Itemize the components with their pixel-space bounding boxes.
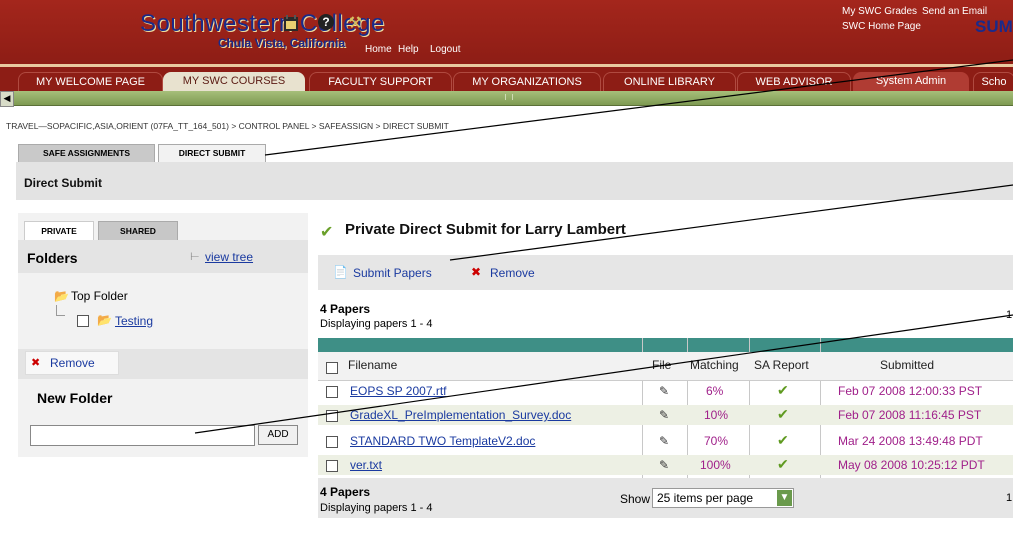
callout-line bbox=[449, 184, 1013, 261]
callout-lines bbox=[194, 59, 1013, 434]
callout-line bbox=[194, 314, 1013, 434]
callout-line bbox=[264, 59, 1013, 156]
